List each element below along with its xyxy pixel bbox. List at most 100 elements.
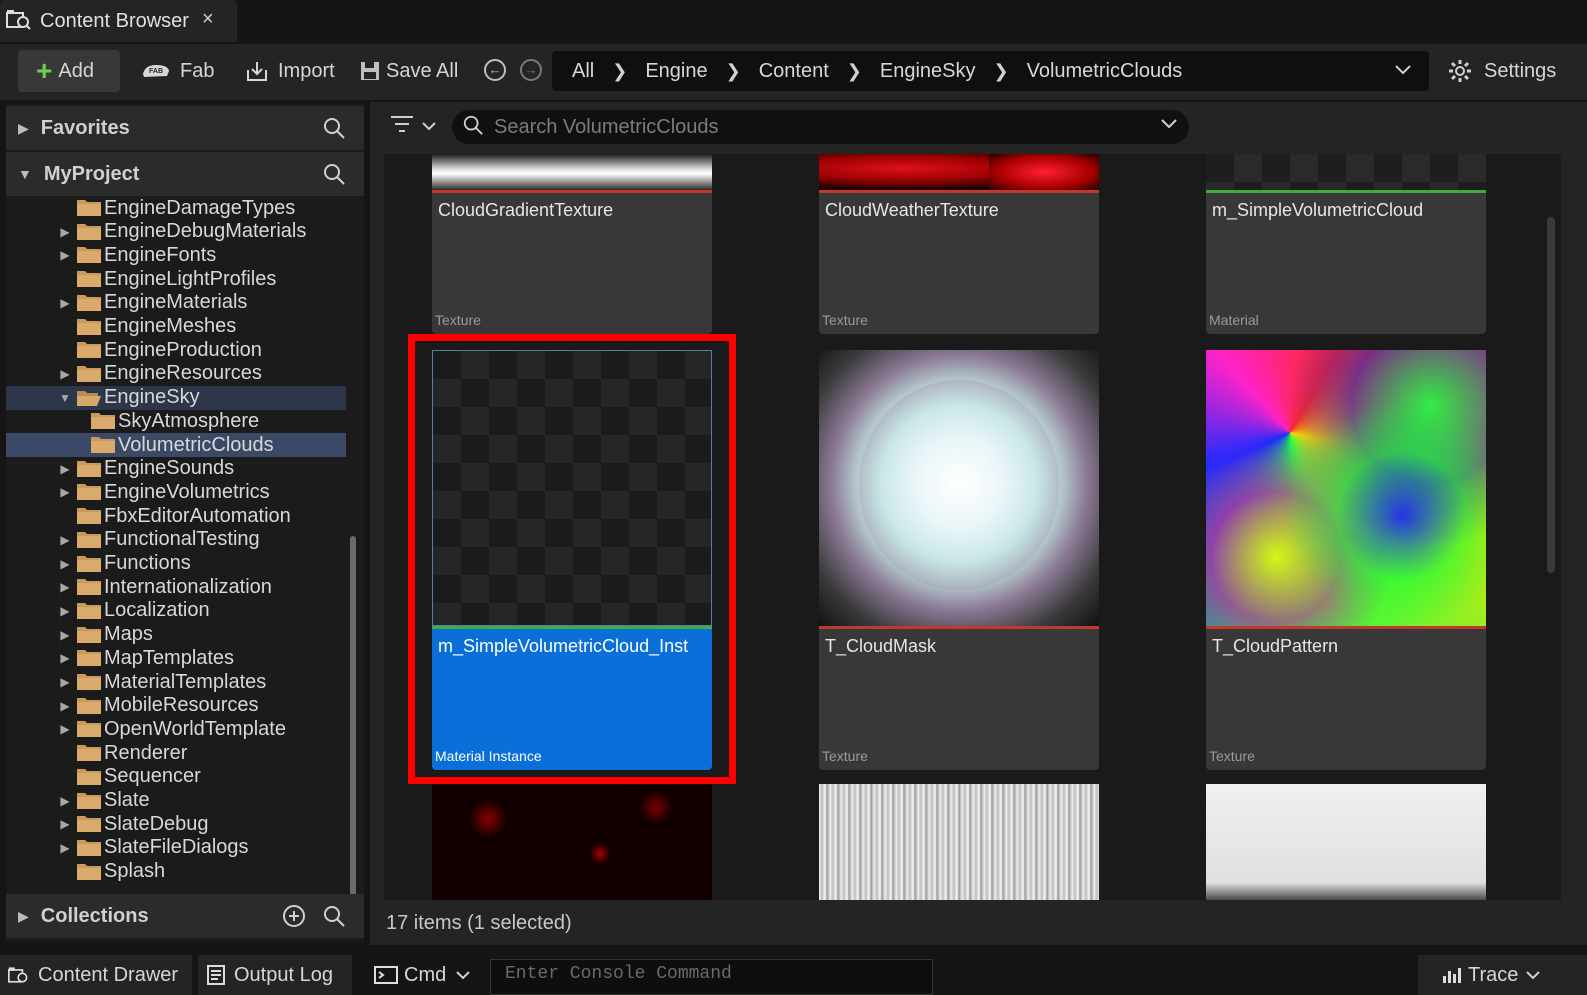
asset-tile[interactable]: CloudWeatherTexture Texture xyxy=(819,154,1099,334)
folder-item[interactable]: ▶ Functions xyxy=(6,552,346,576)
search-icon[interactable] xyxy=(322,162,346,192)
folder-item[interactable]: ▶ SlateDebug xyxy=(6,812,346,836)
output-log-button[interactable]: Output Log xyxy=(198,955,352,995)
expand-arrow-icon[interactable]: ▶ xyxy=(58,485,72,499)
folder-item[interactable]: EngineMeshes xyxy=(6,315,346,339)
expand-arrow-icon[interactable]: ▶ xyxy=(58,651,72,665)
folder-item[interactable]: ▶ Slate xyxy=(6,789,346,813)
plus-icon: + xyxy=(36,55,53,86)
folder-item[interactable]: ▶ MobileResources xyxy=(6,694,346,718)
import-button[interactable]: Import xyxy=(244,50,335,92)
breadcrumb-engine[interactable]: Engine xyxy=(645,60,707,83)
chevron-down-icon[interactable] xyxy=(1161,116,1177,134)
expand-arrow-icon[interactable]: ▶ xyxy=(58,675,72,689)
save-all-button[interactable]: Save All xyxy=(360,50,458,92)
folder-item[interactable]: ▶ EngineSounds xyxy=(6,457,346,481)
asset-thumbnail[interactable] xyxy=(432,784,712,900)
folder-item[interactable]: ▶ Localization xyxy=(6,599,346,623)
asset-thumbnail[interactable] xyxy=(819,784,1099,900)
settings-button[interactable]: Settings xyxy=(1448,50,1556,92)
expand-arrow-icon[interactable]: ▶ xyxy=(58,557,72,571)
asset-tile[interactable]: T_CloudMask Texture xyxy=(819,350,1099,770)
folder-item[interactable]: SkyAtmosphere xyxy=(6,409,346,433)
expand-arrow-icon[interactable]: ▶ xyxy=(58,794,72,808)
expand-arrow-icon[interactable]: ▶ xyxy=(58,296,72,310)
breadcrumb-all[interactable]: All xyxy=(572,60,594,83)
chevron-right-icon[interactable]: ❯ xyxy=(726,61,741,82)
chevron-right-icon[interactable]: ❯ xyxy=(612,61,627,82)
sources-panel: ▶ Favorites ▼ MyProject EngineDamageType… xyxy=(6,104,364,942)
tab-content-browser[interactable]: Content Browser × xyxy=(0,0,237,42)
expand-arrow-icon[interactable]: ▶ xyxy=(58,722,72,736)
collapse-arrow-icon[interactable]: ▼ xyxy=(18,166,32,182)
folder-item[interactable]: ▶ SlateFileDialogs xyxy=(6,836,346,860)
folder-item[interactable]: Renderer xyxy=(6,741,346,765)
add-button[interactable]: + Add xyxy=(18,50,120,92)
folder-item[interactable]: ▶ EngineVolumetrics xyxy=(6,480,346,504)
expand-arrow-icon[interactable]: ▶ xyxy=(58,533,72,547)
expand-arrow-icon[interactable]: ▶ xyxy=(58,225,72,239)
expand-arrow-icon[interactable]: ▶ xyxy=(58,248,72,262)
folder-item[interactable]: VolumetricClouds xyxy=(6,433,346,457)
asset-tile[interactable]: m_SimpleVolumetricCloud Material xyxy=(1206,154,1486,334)
content-drawer-button[interactable]: Content Drawer xyxy=(0,955,192,995)
asset-scrollbar[interactable] xyxy=(1547,217,1555,573)
add-collection-icon[interactable] xyxy=(282,904,306,934)
asset-tile[interactable]: m_SimpleVolumetricCloud_Inst Material Ins… xyxy=(432,350,712,770)
filter-button[interactable] xyxy=(390,114,436,139)
search-icon[interactable] xyxy=(322,904,346,934)
expand-arrow-icon[interactable]: ▶ xyxy=(58,580,72,594)
collections-header[interactable]: ▶ Collections xyxy=(6,894,364,938)
folder-item[interactable]: ▶ MapTemplates xyxy=(6,646,346,670)
cmd-dropdown[interactable]: Cmd xyxy=(366,955,482,995)
search-icon[interactable] xyxy=(322,116,346,146)
asset-thumbnail[interactable] xyxy=(1206,784,1486,900)
collapse-arrow-icon[interactable]: ▼ xyxy=(58,391,72,405)
chevron-right-icon[interactable]: ❯ xyxy=(993,61,1008,82)
myproject-header[interactable]: ▼ MyProject xyxy=(6,152,364,196)
chevron-right-icon[interactable]: ❯ xyxy=(847,61,862,82)
folder-item[interactable]: EngineDamageTypes xyxy=(6,196,346,220)
expand-arrow-icon[interactable]: ▶ xyxy=(18,908,29,925)
folder-item[interactable]: ▶ EngineFonts xyxy=(6,243,346,267)
folder-item[interactable]: EngineLightProfiles xyxy=(6,267,346,291)
tab-label: Content Browser xyxy=(40,9,189,32)
expand-arrow-icon[interactable]: ▶ xyxy=(58,699,72,713)
trace-dropdown[interactable]: Trace xyxy=(1418,955,1587,995)
fab-button[interactable]: FAB Fab xyxy=(140,50,214,92)
expand-arrow-icon[interactable]: ▶ xyxy=(58,628,72,642)
expand-arrow-icon[interactable]: ▶ xyxy=(58,841,72,855)
folder-item[interactable]: Sequencer xyxy=(6,765,346,789)
folder-item[interactable]: ▶ FunctionalTesting xyxy=(6,528,346,552)
asset-tile[interactable]: T_CloudPattern Texture xyxy=(1206,350,1486,770)
folder-item[interactable]: ▶ EngineDebugMaterials xyxy=(6,220,346,244)
folder-item[interactable]: Splash xyxy=(6,860,346,884)
folder-item[interactable]: ▶ Maps xyxy=(6,623,346,647)
expand-arrow-icon[interactable]: ▶ xyxy=(18,120,29,137)
folder-item[interactable]: EngineProduction xyxy=(6,338,346,362)
breadcrumb-content[interactable]: Content xyxy=(759,60,829,83)
breadcrumb-enginesky[interactable]: EngineSky xyxy=(880,60,976,83)
expand-arrow-icon[interactable]: ▶ xyxy=(58,604,72,618)
favorites-header[interactable]: ▶ Favorites xyxy=(6,106,364,150)
close-icon[interactable]: × xyxy=(202,8,214,31)
folder-item[interactable]: ▶ EngineResources xyxy=(6,362,346,386)
folder-item[interactable]: ▶ OpenWorldTemplate xyxy=(6,717,346,741)
back-button[interactable]: ← xyxy=(484,59,506,81)
expand-arrow-icon[interactable]: ▶ xyxy=(58,367,72,381)
asset-tile[interactable]: CloudGradientTexture Texture xyxy=(432,154,712,334)
folder-label: EngineVolumetrics xyxy=(104,480,270,503)
forward-button[interactable]: → xyxy=(520,59,542,81)
folder-item[interactable]: ▶ Internationalization xyxy=(6,575,346,599)
folder-item[interactable]: ▼ EngineSky xyxy=(6,385,346,410)
expand-arrow-icon[interactable]: ▶ xyxy=(58,817,72,831)
expand-arrow-icon[interactable]: ▶ xyxy=(58,462,72,476)
folder-item[interactable]: FbxEditorAutomation xyxy=(6,504,346,528)
console-input[interactable]: Enter Console Command xyxy=(490,959,933,995)
tree-scrollbar[interactable] xyxy=(350,536,356,918)
chevron-down-icon[interactable] xyxy=(1395,59,1411,80)
folder-item[interactable]: ▶ EngineMaterials xyxy=(6,291,346,315)
search-input[interactable] xyxy=(494,115,1134,139)
breadcrumb-volumetricclouds[interactable]: VolumetricClouds xyxy=(1027,60,1183,83)
folder-item[interactable]: ▶ MaterialTemplates xyxy=(6,670,346,694)
